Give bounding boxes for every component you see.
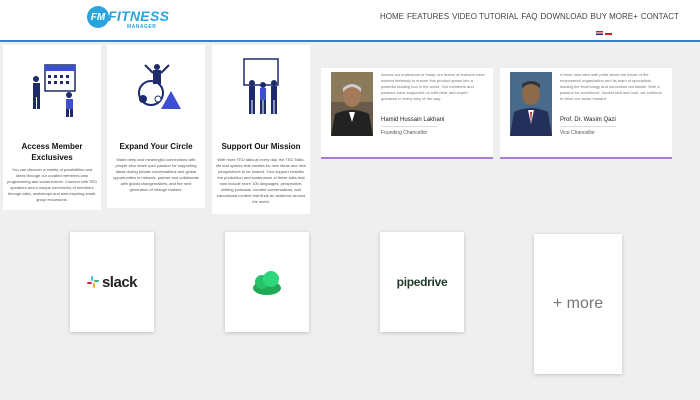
feature-title: Expand Your Circle [119, 142, 193, 151]
founder-photo [331, 72, 373, 136]
feature-card-member-exclusives: Access Member Exclusives You can discove… [3, 45, 101, 210]
language-switcher [596, 31, 612, 35]
founder-quote: Across our endeavors of today, our teams… [381, 72, 485, 101]
feature-title: Support Our Mission [221, 142, 301, 151]
founder-divider [560, 126, 616, 127]
social-network-illustration [138, 64, 181, 109]
english-flag-icon[interactable] [596, 31, 603, 35]
team-support-illustration [243, 58, 279, 114]
founder-quote: A fresh new view with pride about the fu… [560, 72, 662, 101]
nav-home[interactable]: HOME [380, 12, 404, 21]
slack-label: slack [101, 273, 138, 291]
integration-cloud[interactable] [225, 232, 309, 332]
feature-title-line2: Exclusives [31, 153, 73, 162]
nav-features[interactable]: FEATURES [407, 12, 449, 21]
logo-wordmark: FITNESS [108, 8, 170, 24]
founder-name: Prof. Dr. Wasim Qazi [560, 117, 616, 123]
fitness-manager-logo[interactable]: FM FITNESS MANAGER [87, 6, 170, 34]
founder-divider [381, 126, 437, 127]
founder-title: Founding Chancellor [381, 130, 428, 136]
feature-card-support-mission: Support Our Mission With more TED talks … [212, 45, 310, 214]
feature-description: You can discover a variety of possibilit… [7, 167, 97, 202]
founder-title: Vice Chancellor [560, 130, 595, 136]
nav-video-tutorial[interactable]: VIDEO TUTORIAL [452, 12, 518, 21]
founder-card-qazi: A fresh new view with pride about the fu… [500, 68, 672, 159]
integration-more-button[interactable]: + more [534, 234, 622, 374]
more-label: + more [552, 295, 604, 312]
integration-pipedrive[interactable]: pipedrive [380, 232, 464, 332]
founder-photo [510, 72, 552, 136]
slack-icon [86, 276, 99, 288]
calendar-people-illustration [33, 64, 76, 117]
site-header: FM FITNESS MANAGER HOME FEATURES VIDEO T… [0, 0, 700, 42]
cloud-icon [253, 271, 281, 295]
founder-name: Hamid Hussain Lakhani [381, 117, 445, 123]
nav-download[interactable]: DOWNLOAD [540, 12, 587, 21]
logo-subtitle: MANAGER [127, 24, 157, 30]
feature-card-expand-circle: Expand Your Circle Make deep and meaning… [107, 45, 205, 208]
logo-badge: FM [87, 6, 109, 28]
pipedrive-label: pipedrive [396, 275, 448, 289]
nav-buy-more[interactable]: BUY MORE+ [591, 12, 638, 21]
feature-description: Make deep and meaningful connections wit… [113, 157, 199, 192]
main-nav: HOME FEATURES VIDEO TUTORIAL FAQ DOWNLOA… [380, 12, 679, 21]
integration-slack[interactable]: slack [70, 232, 154, 332]
nav-faq[interactable]: FAQ [521, 12, 537, 21]
feature-title-line1: Access Member [21, 142, 83, 151]
founder-card-lakhani: Across our endeavors of today, our teams… [321, 68, 493, 159]
nav-contact[interactable]: CONTACT [641, 12, 679, 21]
russian-flag-icon[interactable] [605, 31, 612, 35]
feature-description: With more TED talks at every day, the TE… [216, 157, 306, 204]
